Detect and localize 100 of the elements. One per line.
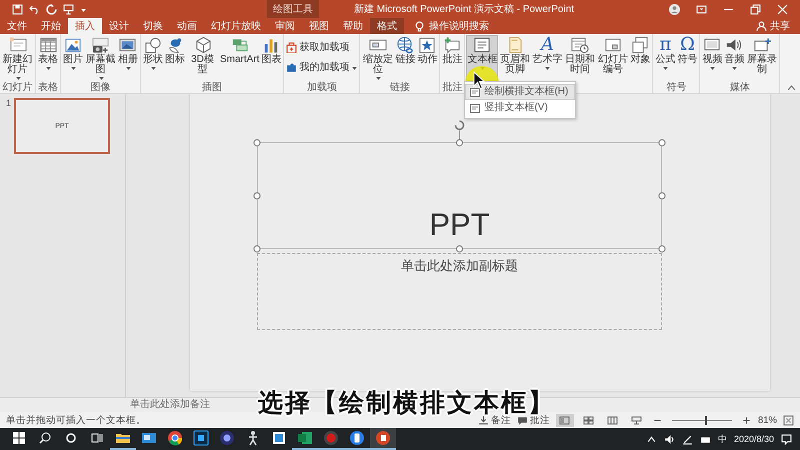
- record-icon: [323, 430, 339, 446]
- normal-view-icon: [559, 414, 570, 426]
- browser-icon: [167, 430, 183, 446]
- phone-icon: [349, 430, 365, 446]
- ribbon-button[interactable]: 日期和时间: [563, 35, 596, 82]
- menu-item[interactable]: 绘制横排文本框(H): [465, 84, 576, 100]
- ribbon-button[interactable]: 缩放定位: [361, 35, 394, 82]
- slide-sorter-icon: [583, 414, 594, 426]
- redo-icon[interactable]: [46, 4, 57, 14]
- ribbon-display-icon[interactable]: [696, 4, 707, 14]
- ribbon-button[interactable]: 屏幕截图: [84, 35, 117, 82]
- ribbon-button[interactable]: 表格: [37, 35, 59, 82]
- tell-me-search[interactable]: 操作说明搜索: [429, 19, 489, 33]
- caret-icon[interactable]: [81, 8, 86, 12]
- ribbon-tab[interactable]: 插入: [68, 18, 102, 34]
- notes-icon[interactable]: [478, 414, 489, 426]
- ribbon-button[interactable]: 图片: [62, 35, 84, 82]
- window-icon: [141, 430, 157, 446]
- ribbon-button[interactable]: 3D模型: [186, 35, 219, 82]
- input-method-indicator[interactable]: 中: [718, 432, 727, 446]
- taskbar-app[interactable]: [318, 428, 344, 450]
- ribbon-button[interactable]: SmartArt: [219, 35, 260, 82]
- presentation-icon[interactable]: [63, 4, 74, 14]
- ribbon-tab[interactable]: 设计: [102, 18, 136, 34]
- group-label: 插图: [201, 82, 224, 93]
- ribbon-button[interactable]: 图标: [164, 35, 186, 82]
- ribbon-button[interactable]: 动作: [416, 35, 438, 82]
- ribbon-tab[interactable]: 开始: [34, 18, 68, 34]
- start-icon[interactable]: [11, 430, 27, 446]
- add-ins-button[interactable]: 我的加载项: [285, 59, 358, 75]
- collapse-icon[interactable]: [788, 85, 795, 90]
- group-label: 表格: [37, 82, 59, 93]
- chevron-up-icon[interactable]: [646, 434, 657, 444]
- reading-view-icon: [607, 414, 618, 426]
- slideshow-icon: [631, 414, 642, 426]
- text-box-icon: [470, 104, 480, 112]
- text-box-icon: [470, 88, 480, 96]
- subtitle-placeholder[interactable]: 单击此处添加副标题: [257, 253, 662, 330]
- ribbon-button[interactable]: Ω 符号: [676, 35, 698, 82]
- undo-icon[interactable]: [29, 4, 40, 14]
- comments-toggle[interactable]: 批注: [530, 414, 550, 426]
- ribbon-button[interactable]: 视频: [701, 35, 724, 82]
- clock-date[interactable]: 2020/8/30: [734, 434, 774, 444]
- window-icon: [271, 430, 287, 446]
- search-icon[interactable]: [37, 430, 53, 446]
- ribbon-button[interactable]: 屏幕录制: [745, 35, 778, 82]
- ribbon-button[interactable]: 链接: [394, 35, 416, 82]
- share-link[interactable]: 共享: [770, 19, 790, 33]
- ribbon-button[interactable]: A 艺术字: [531, 35, 564, 82]
- ribbon-tab[interactable]: 动画: [170, 18, 204, 34]
- person-icon[interactable]: [756, 20, 767, 32]
- ribbon-button[interactable]: 音频: [723, 35, 746, 82]
- ribbon-tab[interactable]: 帮助: [336, 18, 370, 34]
- restore-icon[interactable]: [750, 4, 761, 14]
- notification-icon[interactable]: [781, 434, 792, 444]
- view-button[interactable]: [556, 414, 574, 426]
- volume-icon[interactable]: [664, 434, 675, 444]
- taskbar-app[interactable]: [370, 428, 396, 450]
- contextual-tab-label: 绘图工具: [267, 0, 319, 18]
- ribbon-tab[interactable]: 视图: [302, 18, 336, 34]
- ribbon-button[interactable]: 对象: [629, 35, 652, 82]
- ribbon-tab[interactable]: 格式: [370, 18, 404, 34]
- ribbon-tab[interactable]: 幻灯片放映: [204, 18, 268, 34]
- slide-number: 1: [6, 98, 12, 110]
- menu-item[interactable]: 竖排文本框(V): [465, 100, 576, 116]
- pen-icon[interactable]: [682, 434, 693, 444]
- ribbon-button[interactable]: 形状: [142, 35, 164, 82]
- zoom-percent[interactable]: 81%: [758, 414, 777, 426]
- zoom-in-icon[interactable]: [740, 414, 752, 426]
- spreadsheet-icon: [297, 430, 313, 446]
- ribbon-button[interactable]: 图表: [260, 35, 282, 82]
- ribbon-tab[interactable]: 审阅: [268, 18, 302, 34]
- ribbon-tab[interactable]: 切换: [136, 18, 170, 34]
- glyph-icon: A: [540, 36, 554, 54]
- window-title: 新建 Microsoft PowerPoint 演示文稿 - PowerPoint: [352, 2, 576, 16]
- ribbon-button[interactable]: 相册: [117, 35, 139, 82]
- ribbon-button[interactable]: 幻灯片编号: [596, 35, 630, 82]
- ribbon-button[interactable]: 批注: [441, 35, 464, 82]
- text-box-icon: [473, 36, 492, 54]
- ribbon-tab[interactable]: 文件: [0, 18, 34, 34]
- store-icon: [286, 42, 298, 52]
- add-ins-button[interactable]: 获取加载项: [285, 39, 358, 55]
- save-icon[interactable]: [12, 4, 23, 14]
- orb-icon: [219, 430, 235, 446]
- ribbon-button[interactable]: π 公式: [654, 35, 676, 82]
- comment-icon[interactable]: [516, 414, 528, 426]
- avatar-icon[interactable]: [669, 4, 680, 14]
- presentation-app-icon: [375, 430, 391, 446]
- ribbon-button[interactable]: 页眉和页脚: [498, 35, 532, 82]
- fit-to-window-icon[interactable]: [783, 414, 794, 426]
- ribbon-button[interactable]: 新建幻灯片: [1, 35, 34, 82]
- group-label: 批注: [441, 82, 464, 93]
- glyph-icon: π: [660, 36, 672, 54]
- slider-thumb[interactable]: [704, 416, 707, 424]
- lightbulb-icon[interactable]: [414, 20, 425, 32]
- glyph-icon: Ω: [680, 36, 695, 54]
- close-icon[interactable]: [777, 4, 788, 14]
- group-label: 幻灯片: [2, 82, 34, 93]
- title-placeholder[interactable]: PPT: [257, 142, 662, 249]
- notes-placeholder[interactable]: 单击此处添加备注: [125, 398, 210, 412]
